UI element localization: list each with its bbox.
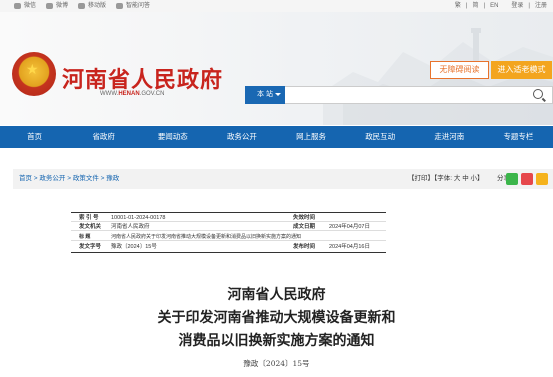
breadcrumb-yuzheng[interactable]: 豫政: [106, 175, 119, 182]
smart-qa-icon: [116, 3, 124, 9]
wechat-share-icon[interactable]: [506, 173, 518, 185]
page-tools: 【打印】【字体: 大 中 小】: [408, 175, 484, 182]
search-scope-select[interactable]: 本 站: [245, 86, 285, 104]
document-title-line1: 关于印发河南省推动大规模设备更新和: [157, 310, 396, 326]
nav-government-affairs[interactable]: 政务公开: [207, 126, 276, 148]
document-metadata-table: 索 引 号 10001-01-2024-00178 失效时间 发文机关 河南省人民政…: [71, 212, 386, 253]
lang-traditional[interactable]: 繁: [455, 0, 461, 12]
meta-row: 索 引 号 10001-01-2024-00178 失效时间: [71, 214, 386, 222]
site-title[interactable]: 河南省人民政府: [62, 62, 223, 94]
site-header: ★ 河南省人民政府 WWW.HENAN.GOV.CN 无障碍阅读 进入适老模式 …: [0, 12, 553, 125]
wechat-icon: [14, 3, 21, 9]
smart-qa-link[interactable]: 智能问答: [116, 0, 150, 12]
national-emblem-logo: ★: [12, 52, 56, 96]
weibo-link[interactable]: 微博: [46, 0, 68, 12]
meta-row: 发文字号 豫政〔2024〕15号 发布时间 2024年04月16日: [79, 244, 370, 250]
breadcrumb-gov-affairs[interactable]: 政务公开: [39, 175, 65, 182]
document-title-line2: 消费品以旧换新实施方案的通知: [178, 333, 375, 349]
weibo-share-icon[interactable]: [521, 173, 533, 185]
register-link[interactable]: 注册: [535, 0, 547, 12]
breadcrumb-bar: 首页 > 政务公开 > 政策文件 > 豫政 【打印】【字体: 大 中 小】 分享…: [13, 169, 553, 189]
nav-online-services[interactable]: 网上服务: [277, 126, 346, 148]
nav-home[interactable]: 首页: [0, 126, 69, 148]
nav-special-topics[interactable]: 专题专栏: [484, 126, 553, 148]
elder-mode-button[interactable]: 进入适老模式: [491, 61, 552, 79]
search-bar: 本 站: [245, 86, 553, 104]
nav-interaction[interactable]: 政民互动: [346, 126, 415, 148]
search-input[interactable]: [285, 86, 553, 104]
wechat-link[interactable]: 微信: [14, 0, 36, 12]
site-url: WWW.HENAN.GOV.CN: [100, 91, 165, 97]
search-icon[interactable]: [533, 89, 543, 99]
meta-row: 标 题河南省人民政府关于印发河南省推动大规模设备更新和消费品以旧换新实施方案的通…: [71, 233, 386, 241]
main-nav: 首页 省政府 要闻动态 政务公开 网上服务 政民互动 走进河南 专题专栏: [0, 126, 553, 148]
print-button[interactable]: 【打印】: [408, 175, 434, 182]
qzone-share-icon[interactable]: [536, 173, 548, 185]
accessible-reading-button[interactable]: 无障碍阅读: [430, 61, 489, 79]
font-large-button[interactable]: 大: [454, 175, 461, 182]
document-issuer: 河南省人民政府: [227, 287, 326, 303]
weibo-icon: [46, 3, 54, 9]
mobile-icon: [78, 3, 86, 9]
nav-provincial-government[interactable]: 省政府: [69, 126, 138, 148]
breadcrumb-policy-docs[interactable]: 政策文件: [73, 175, 99, 182]
document-number: 豫政〔2024〕15号: [243, 359, 310, 368]
lang-simplified[interactable]: 简: [472, 0, 478, 12]
nav-about-henan[interactable]: 走进河南: [415, 126, 484, 148]
lang-en[interactable]: EN: [490, 0, 498, 12]
nav-news[interactable]: 要闻动态: [138, 126, 207, 148]
mobile-link[interactable]: 移动版: [78, 0, 106, 12]
meta-row: 发文机关 河南省人民政府 成文日期 2024年04月07日: [71, 223, 386, 231]
login-link[interactable]: 登录: [511, 0, 523, 12]
breadcrumb: 首页 > 政务公开 > 政策文件 > 豫政: [19, 175, 120, 182]
font-medium-button[interactable]: 中: [462, 175, 469, 182]
breadcrumb-home[interactable]: 首页: [19, 175, 32, 182]
top-utility-bar: 微信 微博 移动版 智能问答 繁 | 简 | EN 登录 | 注册: [0, 0, 553, 12]
